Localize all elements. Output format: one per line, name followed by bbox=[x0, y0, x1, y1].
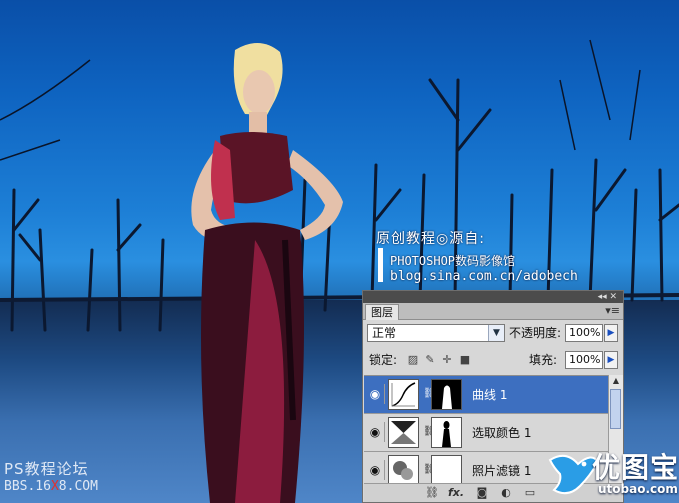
eye-icon[interactable]: ◉ bbox=[366, 384, 385, 404]
scroll-up-icon[interactable]: ▲ bbox=[609, 375, 623, 387]
double-chevron-icon[interactable]: ◂◂ ✕ bbox=[598, 291, 617, 303]
layer-name: 照片滤镜 1 bbox=[472, 464, 532, 478]
brand-name: 优图宝 bbox=[592, 451, 679, 484]
group-icon[interactable]: ▭ bbox=[522, 486, 538, 500]
layer-name: 曲线 1 bbox=[472, 388, 508, 402]
layer-mask-thumbnail bbox=[431, 417, 462, 448]
credit-source-label: 原创教程◎源自: bbox=[376, 231, 485, 247]
photo-filter-adjustment-icon bbox=[388, 455, 419, 486]
credit-url: blog.sina.com.cn/adobech bbox=[390, 269, 578, 284]
fill-label: 填充: bbox=[529, 353, 558, 367]
lock-label: 锁定: bbox=[369, 353, 398, 367]
credit-watermark: 原创教程◎源自: PHOTOSHOP数码影像馆 blog.sina.com.cn… bbox=[376, 228, 578, 284]
opacity-label: 不透明度: bbox=[509, 326, 562, 340]
fx-icon[interactable]: fx. bbox=[448, 486, 464, 500]
forum-url-suffix: 8.COM bbox=[58, 479, 98, 494]
credit-bar bbox=[378, 248, 383, 282]
lock-transparency-icon[interactable]: ▨ bbox=[407, 353, 419, 366]
selective-color-adjustment-icon bbox=[388, 417, 419, 448]
opacity-input[interactable]: 100% bbox=[565, 324, 603, 342]
lock-position-icon[interactable]: ✛ bbox=[441, 353, 453, 366]
fill-input[interactable]: 100% bbox=[565, 351, 603, 369]
adjustment-icon[interactable]: ◐ bbox=[498, 486, 514, 500]
forum-name: PS教程论坛 bbox=[4, 460, 89, 478]
blend-mode-select[interactable]: 正常 ▼ bbox=[367, 324, 505, 342]
eye-icon[interactable]: ◉ bbox=[366, 460, 385, 480]
layer-mask-thumbnail bbox=[431, 455, 462, 486]
lock-row: 锁定: ▨ ✎ ✛ ■ 填充: 100% ▶ bbox=[367, 351, 619, 371]
lock-all-icon[interactable]: ■ bbox=[459, 353, 471, 366]
forum-watermark: PS教程论坛 BBS.16X8.COM bbox=[4, 458, 98, 494]
brand-url: utobao.com bbox=[598, 482, 678, 496]
lock-pixels-icon[interactable]: ✎ bbox=[424, 353, 436, 366]
forum-url-prefix: BBS.16 bbox=[4, 479, 51, 494]
eye-icon[interactable]: ◉ bbox=[366, 422, 385, 442]
scrollbar-thumb[interactable] bbox=[610, 389, 621, 429]
model-figure bbox=[191, 42, 343, 503]
panel-menu-icon[interactable]: ▾≡ bbox=[605, 304, 620, 317]
tab-layers[interactable]: 图层 bbox=[365, 304, 399, 320]
panel-titlebar: ◂◂ ✕ bbox=[363, 291, 623, 303]
link-icon[interactable]: ⛓ bbox=[424, 486, 440, 500]
opacity-slider-arrow-icon[interactable]: ▶ bbox=[604, 324, 618, 342]
blend-mode-value: 正常 bbox=[372, 326, 397, 340]
forum-url: BBS.16X8.COM bbox=[4, 479, 98, 494]
panel-tabrow: 图层 ▾≡ bbox=[363, 303, 623, 320]
layer-name: 选取颜色 1 bbox=[472, 426, 532, 440]
mask-icon[interactable]: ◙ bbox=[474, 486, 490, 500]
forum-url-mark: X bbox=[50, 479, 59, 494]
blend-row: 正常 ▼ 不透明度: 100% ▶ bbox=[367, 324, 619, 344]
credit-title: PHOTOSHOP数码影像馆 bbox=[390, 254, 516, 268]
layer-mask-thumbnail bbox=[431, 379, 462, 410]
layer-row-curves[interactable]: ◉ ⛓ 曲线 1 bbox=[364, 376, 608, 414]
fill-slider-arrow-icon[interactable]: ▶ bbox=[604, 351, 618, 369]
chevron-down-icon[interactable]: ▼ bbox=[488, 325, 504, 341]
brand-watermark: 优图宝 utobao.com bbox=[540, 444, 679, 503]
curves-adjustment-icon bbox=[388, 379, 419, 410]
